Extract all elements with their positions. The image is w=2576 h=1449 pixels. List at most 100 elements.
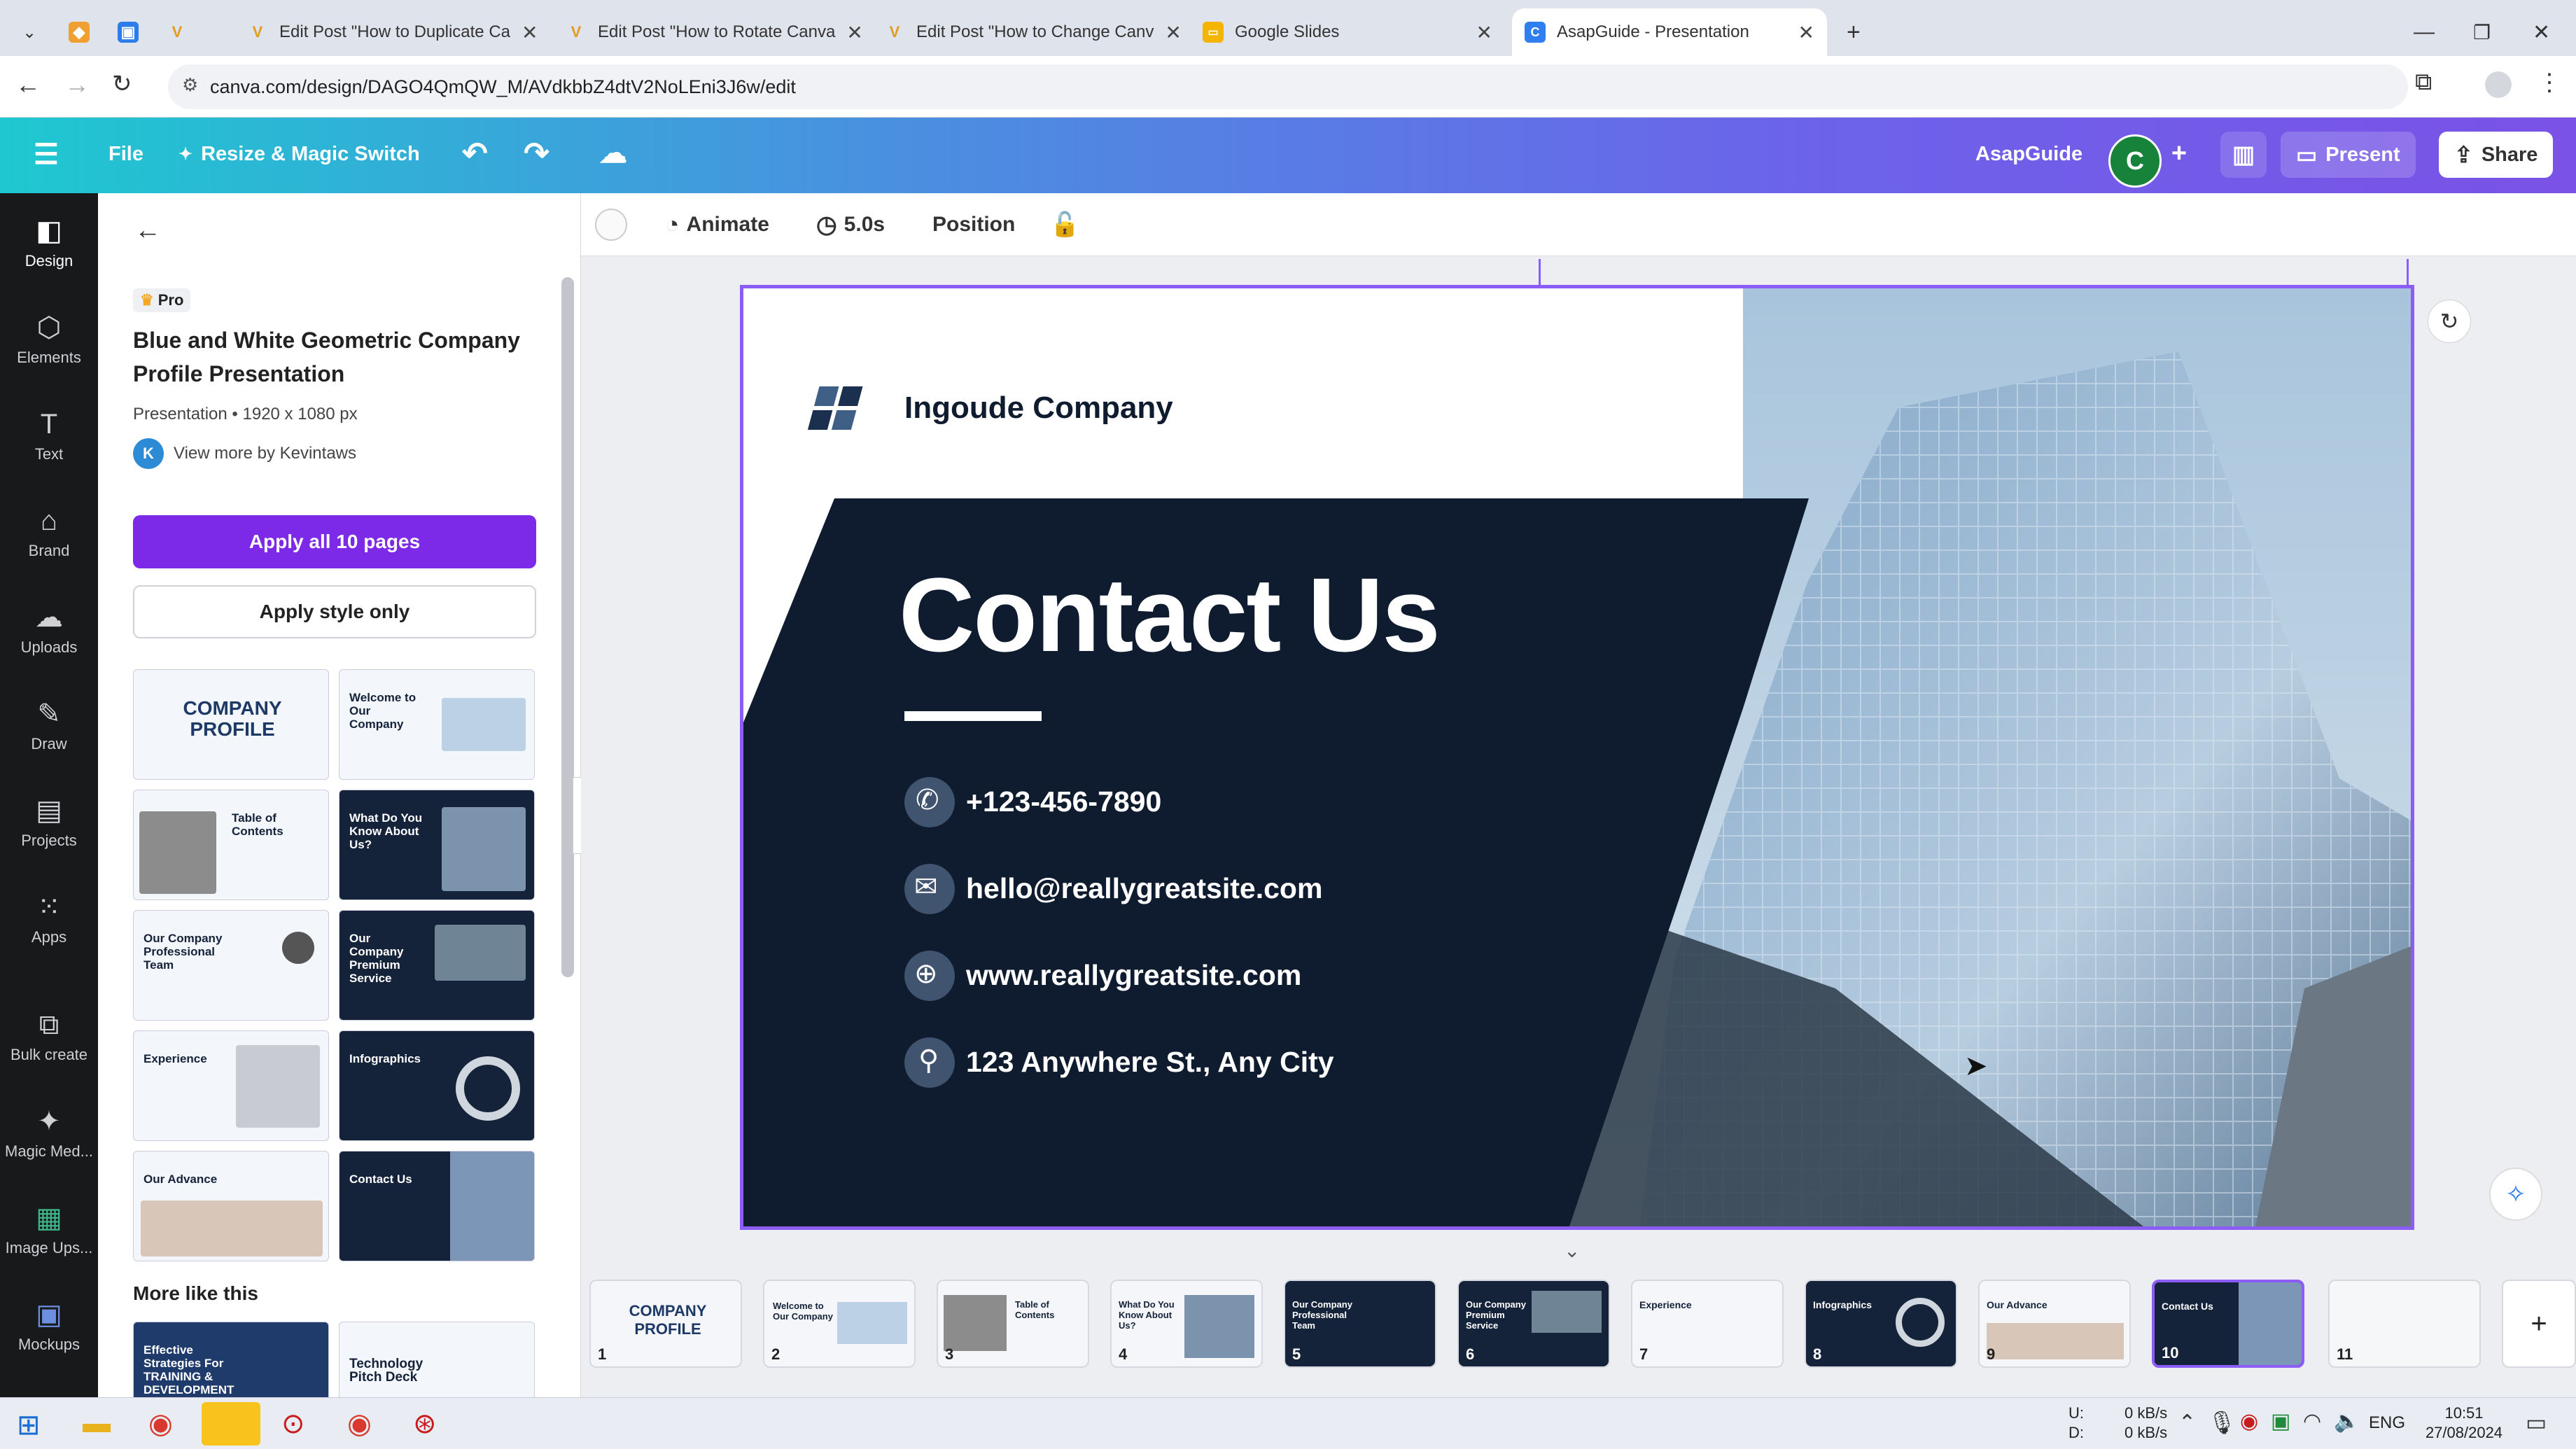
template-page-thumb[interactable]: Contact Us bbox=[339, 1151, 535, 1261]
url-field[interactable]: ⚙ canva.com/design/DAGO4QmQW_M/AVdkbbZ4d… bbox=[168, 64, 2408, 109]
page-thumb-1[interactable]: COMPANY PROFILE 1 bbox=[589, 1280, 742, 1368]
refresh-design-button[interactable]: ↻ bbox=[2428, 300, 2471, 343]
magic-assistant-button[interactable]: ✧ bbox=[2489, 1168, 2542, 1221]
pinned-tab[interactable]: ◆ bbox=[56, 8, 101, 56]
related-template-thumb[interactable]: Technology Pitch Deck bbox=[339, 1322, 535, 1397]
browser-menu-icon[interactable]: ⋮ bbox=[2538, 69, 2561, 97]
sticky-notes-icon[interactable] bbox=[202, 1402, 260, 1446]
language-indicator[interactable]: ENG bbox=[2369, 1413, 2405, 1433]
rail-item-elements[interactable]: ⬡ Elements bbox=[0, 312, 98, 367]
tab-list-button[interactable]: ⌄ bbox=[10, 8, 52, 56]
present-button[interactable]: ▭ Present bbox=[2281, 132, 2416, 178]
back-icon[interactable]: ← bbox=[134, 216, 161, 246]
restore-button[interactable]: ❐ bbox=[2460, 8, 2502, 56]
tab-edit-post-duplicate[interactable]: V Edit Post "How to Duplicate Ca ✕ bbox=[234, 8, 550, 56]
timing-button[interactable]: ◷ 5.0s bbox=[816, 209, 885, 241]
page-thumb-8[interactable]: Infographics 8 bbox=[1805, 1280, 1957, 1368]
template-page-thumb[interactable]: Welcome to Our Company bbox=[339, 669, 535, 780]
slide-canvas[interactable]: Ingoude Company Contact Us ✆ +123-456-78… bbox=[740, 285, 2414, 1230]
rail-item-mockups[interactable]: ▣ Mockups bbox=[0, 1299, 98, 1354]
contact-address[interactable]: 123 Anywhere St., Any City bbox=[966, 1046, 1334, 1079]
related-template-thumb[interactable]: Effective Strategies For TRAINING & DEVE… bbox=[133, 1322, 329, 1397]
panel-scrollbar[interactable] bbox=[561, 277, 574, 977]
tab-google-slides[interactable]: ▭ Google Slides ✕ bbox=[1190, 8, 1505, 56]
rail-item-text[interactable]: T Text bbox=[0, 409, 98, 463]
avatar[interactable]: C bbox=[2108, 134, 2162, 188]
microphone-icon[interactable]: 🎙 bbox=[2208, 1409, 2236, 1436]
chevron-up-icon[interactable]: ⌃ bbox=[2178, 1410, 2196, 1435]
rail-item-draw[interactable]: ✎ Draw bbox=[0, 699, 98, 753]
pinned-tab[interactable]: ▣ bbox=[105, 8, 150, 56]
back-icon[interactable]: ← bbox=[15, 70, 41, 99]
slide-heading[interactable]: Contact Us bbox=[899, 554, 1441, 676]
author-link[interactable]: K View more by Kevintaws bbox=[133, 438, 356, 469]
resize-magic-switch-button[interactable]: ✦ Resize & Magic Switch bbox=[178, 143, 420, 166]
reload-icon[interactable]: ↻ bbox=[112, 70, 132, 98]
wifi-icon[interactable]: ◠ bbox=[2303, 1409, 2321, 1434]
lock-button[interactable]: 🔓 bbox=[1050, 209, 1079, 241]
tab-edit-post-change[interactable]: V Edit Post "How to Change Canv ✕ bbox=[872, 8, 1186, 56]
template-page-thumb[interactable]: What Do You Know About Us? bbox=[339, 790, 535, 900]
chrome-icon[interactable]: ◉ bbox=[347, 1408, 372, 1440]
site-info-icon[interactable]: ⚙ bbox=[182, 74, 198, 96]
animate-button[interactable]: ◔ Animate bbox=[665, 209, 769, 241]
rail-item-apps[interactable]: ⁙ Apps bbox=[0, 892, 98, 946]
page-thumb-6[interactable]: Our Company Premium Service 6 bbox=[1457, 1280, 1610, 1368]
template-page-thumb[interactable]: Experience bbox=[133, 1030, 329, 1141]
chrome-icon[interactable]: ◉ bbox=[148, 1408, 173, 1440]
page-thumb-4[interactable]: What Do You Know About Us? 4 bbox=[1110, 1280, 1263, 1368]
template-page-thumb[interactable]: Our Company Professional Team bbox=[133, 910, 329, 1021]
share-button[interactable]: ⇪ Share bbox=[2439, 132, 2554, 178]
add-collaborator-button[interactable]: + bbox=[2163, 137, 2195, 169]
redo-button[interactable]: ↷ bbox=[524, 136, 550, 172]
new-tab-button[interactable]: + bbox=[1834, 8, 1876, 56]
close-icon[interactable]: ✕ bbox=[1476, 21, 1492, 44]
close-icon[interactable]: ✕ bbox=[1165, 21, 1181, 44]
rail-item-magic-media[interactable]: ✦ Magic Med... bbox=[0, 1106, 98, 1161]
team-name[interactable]: AsapGuide bbox=[1975, 143, 2082, 166]
tab-asapguide-presentation[interactable]: C AsapGuide - Presentation ✕ bbox=[1512, 8, 1827, 56]
forward-icon[interactable]: → bbox=[64, 70, 90, 99]
apply-all-pages-button[interactable]: Apply all 10 pages bbox=[133, 515, 536, 568]
close-icon[interactable]: ✕ bbox=[522, 21, 538, 44]
position-button[interactable]: Position bbox=[932, 209, 1015, 241]
cloud-save-icon[interactable]: ☁ bbox=[599, 137, 627, 169]
rail-item-brand[interactable]: ⌂ Brand bbox=[0, 505, 98, 560]
background-color-swatch[interactable] bbox=[595, 209, 627, 241]
undo-button[interactable]: ↶ bbox=[462, 136, 488, 172]
contact-phone[interactable]: +123-456-7890 bbox=[966, 785, 1161, 818]
chevron-down-icon[interactable]: ⌄ bbox=[1564, 1239, 1580, 1262]
page-thumb-5[interactable]: Our Company Professional Team 5 bbox=[1284, 1280, 1436, 1368]
tray-app-icon[interactable]: ▣ bbox=[2271, 1409, 2290, 1434]
file-menu-button[interactable]: File bbox=[108, 143, 144, 166]
page-thumb-7[interactable]: Experience 7 bbox=[1631, 1280, 1784, 1368]
rail-item-design[interactable]: ◧ Design bbox=[0, 216, 98, 270]
contact-email[interactable]: hello@reallygreatsite.com bbox=[966, 872, 1322, 905]
close-icon[interactable]: ✕ bbox=[1798, 21, 1814, 44]
apply-style-only-button[interactable]: Apply style only bbox=[133, 585, 536, 638]
recorder-icon[interactable]: ⊙ bbox=[281, 1408, 305, 1440]
rail-item-image-upscaler[interactable]: ▦ Image Ups... bbox=[0, 1203, 98, 1257]
app-icon[interactable]: ⊛ bbox=[413, 1408, 437, 1440]
rail-item-projects[interactable]: ▤ Projects bbox=[0, 795, 98, 850]
contact-website[interactable]: www.reallygreatsite.com bbox=[966, 959, 1301, 992]
company-name[interactable]: Ingoude Company bbox=[904, 391, 1173, 426]
template-page-thumb[interactable]: Infographics bbox=[339, 1030, 535, 1141]
window-close-button[interactable]: ✕ bbox=[2520, 8, 2562, 56]
template-page-thumb[interactable]: Table of Contents bbox=[133, 790, 329, 900]
windows-start-icon[interactable]: ⊞ bbox=[17, 1409, 41, 1441]
template-page-thumb[interactable]: Our Company Premium Service bbox=[339, 910, 535, 1021]
clock[interactable]: 10:51 27/08/2024 bbox=[2422, 1404, 2506, 1443]
extensions-icon[interactable]: ⧉ bbox=[2415, 69, 2432, 96]
file-explorer-icon[interactable]: ▬ bbox=[83, 1408, 111, 1439]
pinned-tab[interactable]: V bbox=[154, 8, 224, 56]
menu-icon[interactable]: ☰ bbox=[34, 139, 59, 171]
page-thumb-10-selected[interactable]: Contact Us 10 bbox=[2152, 1280, 2304, 1368]
insights-button[interactable]: ▥ bbox=[2220, 132, 2267, 178]
template-page-thumb[interactable]: COMPANY PROFILE bbox=[133, 669, 329, 780]
page-thumb-11[interactable]: 11 bbox=[2328, 1280, 2481, 1368]
page-thumb-2[interactable]: Welcome to Our Company 2 bbox=[763, 1280, 916, 1368]
record-tray-icon[interactable]: ◉ bbox=[2240, 1409, 2258, 1434]
tab-edit-post-rotate[interactable]: V Edit Post "How to Rotate Canva ✕ bbox=[553, 8, 868, 56]
rail-item-uploads[interactable]: ☁ Uploads bbox=[0, 602, 98, 657]
